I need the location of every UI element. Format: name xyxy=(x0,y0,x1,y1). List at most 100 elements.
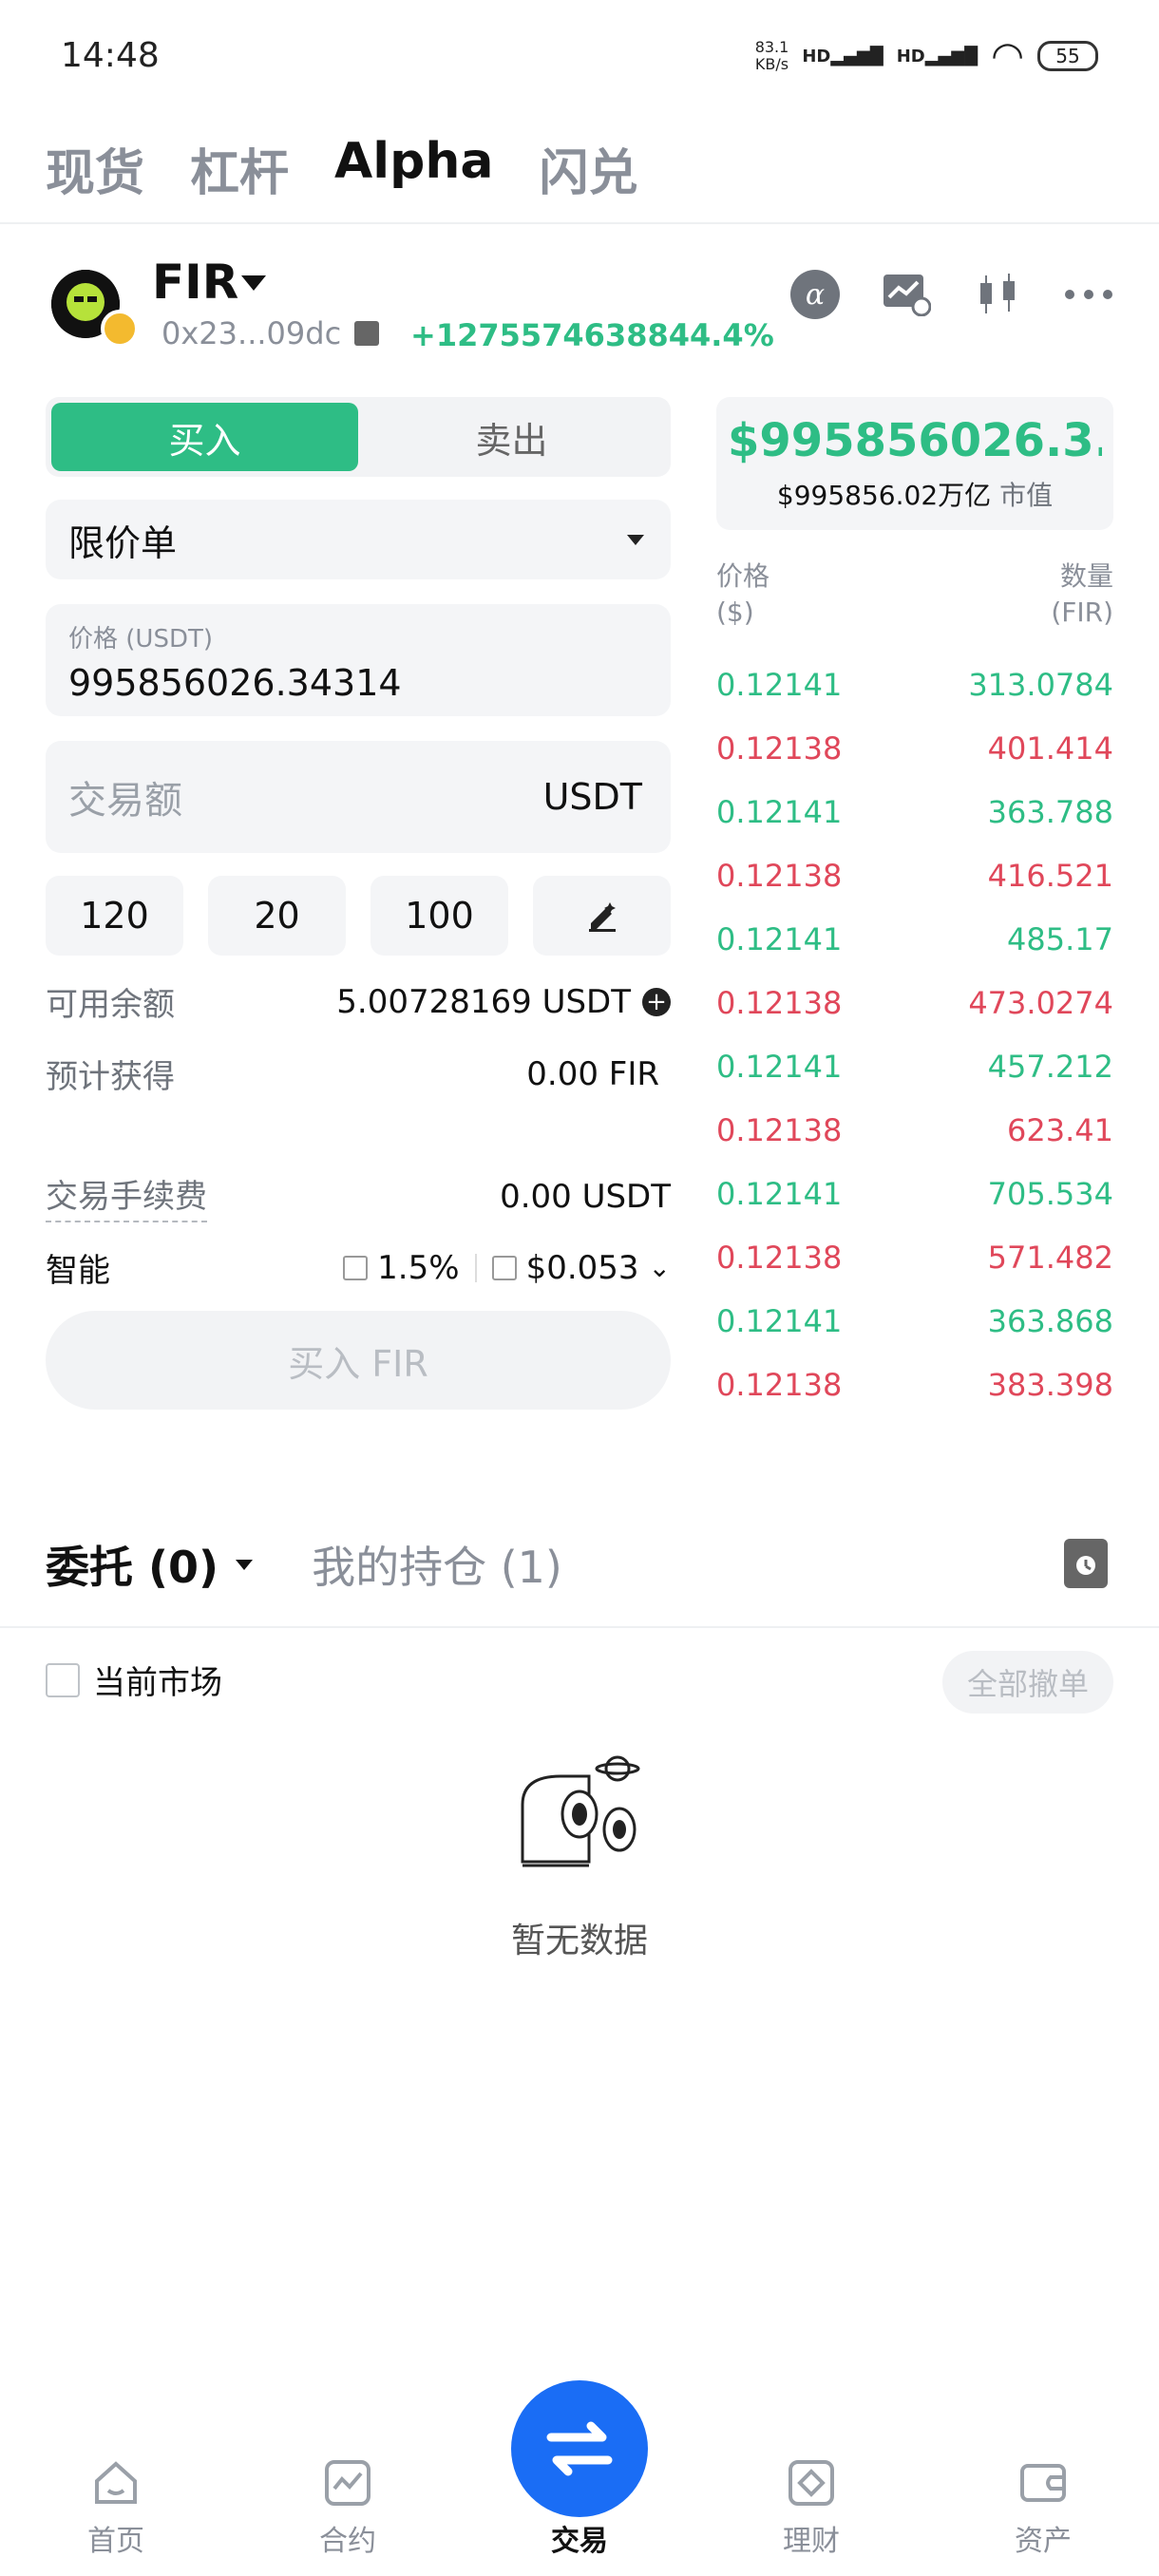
wifi-icon: ◠ xyxy=(991,34,1024,78)
price-field[interactable]: 价格 (USDT) 995856026.34314 xyxy=(46,604,671,716)
amount-field[interactable]: 交易额 USDT xyxy=(46,741,671,853)
submit-buy-button[interactable]: 买入 FIR xyxy=(46,1311,671,1410)
orderbook-row[interactable]: 0.12138 623.41 xyxy=(716,1112,1113,1148)
price-input[interactable]: 995856026.34314 xyxy=(68,662,648,704)
chevron-down-icon: ⌄ xyxy=(648,1252,671,1283)
candlestick-icon[interactable] xyxy=(971,268,1024,321)
orderbook-row[interactable]: 0.12138 383.398 xyxy=(716,1367,1113,1403)
orderbook-qty: 416.521 xyxy=(987,858,1113,894)
tab-margin[interactable]: 杠杆 xyxy=(190,133,289,204)
copy-icon[interactable] xyxy=(354,321,380,346)
chain-badge-icon xyxy=(101,310,139,348)
edit-icon xyxy=(588,902,616,932)
orderbook-row[interactable]: 0.12141 363.788 xyxy=(716,794,1113,830)
current-market-checkbox[interactable] xyxy=(46,1662,80,1697)
order-type-select[interactable]: 限价单 xyxy=(46,500,671,579)
orderbook-qty: 571.482 xyxy=(987,1240,1113,1276)
chevron-down-icon xyxy=(627,534,644,545)
empty-state-text: 暂无数据 xyxy=(510,1922,648,1960)
orderbook-row[interactable]: 0.12138 473.0274 xyxy=(716,985,1113,1021)
price-card: $995856026.3... $995856.02万亿 市值 xyxy=(716,397,1113,530)
quick-amount-button[interactable]: 120 xyxy=(46,876,183,956)
slippage-icon xyxy=(343,1255,369,1280)
edit-presets-button[interactable] xyxy=(533,876,671,956)
orderbook-row[interactable]: 0.12141 363.868 xyxy=(716,1303,1113,1339)
fee-value: 0.00 USDT xyxy=(500,1177,671,1216)
wallet-icon xyxy=(1020,2464,1066,2502)
amount-unit: USDT xyxy=(542,776,642,818)
orderbook-qty: 363.788 xyxy=(987,794,1113,830)
tab-spot[interactable]: 现货 xyxy=(46,133,144,204)
orderbook-header: 价格 ($) 数量 (FIR) xyxy=(716,559,1113,631)
divider xyxy=(0,222,1159,224)
quick-amount-row: 120 20 100 xyxy=(46,876,671,956)
buy-tab[interactable]: 买入 xyxy=(51,403,358,471)
smart-settings[interactable]: 1.5% $0.053 ⌄ xyxy=(343,1249,671,1287)
orderbook-row[interactable]: 0.12141 705.534 xyxy=(716,1176,1113,1212)
available-value: 5.00728169 USDT xyxy=(336,982,631,1021)
token-dropdown-icon[interactable] xyxy=(241,275,266,291)
chart-check-icon[interactable] xyxy=(880,268,933,321)
slippage-value: 1.5% xyxy=(377,1248,460,1287)
orderbook-price: 0.12138 xyxy=(716,858,843,894)
cancel-all-button[interactable]: 全部撤单 xyxy=(941,1651,1113,1714)
orderbook-row[interactable]: 0.12138 416.521 xyxy=(716,858,1113,894)
orderbook-row[interactable]: 0.12138 401.414 xyxy=(716,730,1113,767)
nav-futures[interactable]: 合约 xyxy=(272,2458,424,2559)
col-price-unit: ($) xyxy=(716,597,754,628)
orderbook-price: 0.12141 xyxy=(716,1176,843,1212)
tab-convert[interactable]: 闪兑 xyxy=(539,133,637,204)
smart-label: 智能 xyxy=(46,1252,110,1290)
orderbook-price: 0.12141 xyxy=(716,667,843,703)
orderbook-price: 0.12138 xyxy=(716,985,843,1021)
top-tabs: 现货 杠杆 Alpha 闪兑 xyxy=(46,133,637,204)
earn-icon xyxy=(788,2460,834,2506)
svg-text:α: α xyxy=(806,278,825,312)
gas-icon xyxy=(491,1255,517,1280)
trade-fab-button[interactable] xyxy=(511,2380,648,2517)
tab-alpha[interactable]: Alpha xyxy=(334,133,493,204)
orderbook-row[interactable]: 0.12138 571.482 xyxy=(716,1240,1113,1276)
orderbook-row[interactable]: 0.12141 457.212 xyxy=(716,1049,1113,1085)
signal-icon-2: HD▂▄▆█ xyxy=(896,46,978,66)
col-price-label: 价格 xyxy=(716,560,770,592)
swap-arrows-icon xyxy=(546,2421,613,2476)
header-actions: α xyxy=(788,268,1115,321)
orderbook-price: 0.12138 xyxy=(716,730,843,767)
sell-tab[interactable]: 卖出 xyxy=(358,403,665,471)
amount-input[interactable]: 交易额 xyxy=(68,769,182,824)
deposit-plus-icon[interactable]: + xyxy=(642,987,671,1016)
order-history-icon[interactable] xyxy=(1064,1539,1108,1588)
orderbook-price: 0.12141 xyxy=(716,921,843,957)
orderbook-price: 0.12141 xyxy=(716,1303,843,1339)
token-name[interactable]: FIR xyxy=(152,255,238,310)
nav-assets[interactable]: 资产 xyxy=(967,2458,1119,2559)
available-balance-row: 可用余额 5.00728169 USDT + xyxy=(46,978,671,1025)
orderbook-row[interactable]: 0.12141 485.17 xyxy=(716,921,1113,957)
col-qty-unit: (FIR) xyxy=(1051,597,1113,628)
fee-label[interactable]: 交易手续费 xyxy=(46,1170,207,1222)
tab-positions[interactable]: 我的持仓 (1) xyxy=(312,1533,562,1596)
tab-open-orders[interactable]: 委托 (0) xyxy=(46,1533,254,1596)
orderbook-row[interactable]: 0.12141 313.0784 xyxy=(716,667,1113,703)
status-time: 14:48 xyxy=(61,36,160,75)
alpha-icon[interactable]: α xyxy=(788,268,842,321)
net-speed: 83.1 KB/s xyxy=(754,38,789,73)
orderbook-qty: 401.414 xyxy=(987,730,1113,767)
orderbook-qty: 383.398 xyxy=(987,1367,1113,1403)
estimate-label: 预计获得 xyxy=(46,1058,175,1096)
nav-home[interactable]: 首页 xyxy=(40,2458,192,2559)
estimate-row: 预计获得 0.00 FIR xyxy=(46,1051,671,1097)
quick-amount-button[interactable]: 20 xyxy=(208,876,346,956)
orderbook-qty: 313.0784 xyxy=(968,667,1113,703)
order-type-label: 限价单 xyxy=(68,521,178,564)
estimate-value: 0.00 FIR xyxy=(526,1054,659,1093)
orderbook-qty: 473.0274 xyxy=(968,985,1113,1021)
orderbook-qty: 623.41 xyxy=(1007,1112,1113,1148)
nav-earn[interactable]: 理财 xyxy=(735,2458,887,2559)
orderbook-qty: 485.17 xyxy=(1007,921,1113,957)
orderbook-price: 0.12141 xyxy=(716,794,843,830)
quick-amount-button[interactable]: 100 xyxy=(370,876,508,956)
current-market-filter[interactable]: 当前市场 xyxy=(46,1657,222,1703)
more-icon[interactable] xyxy=(1062,268,1115,321)
